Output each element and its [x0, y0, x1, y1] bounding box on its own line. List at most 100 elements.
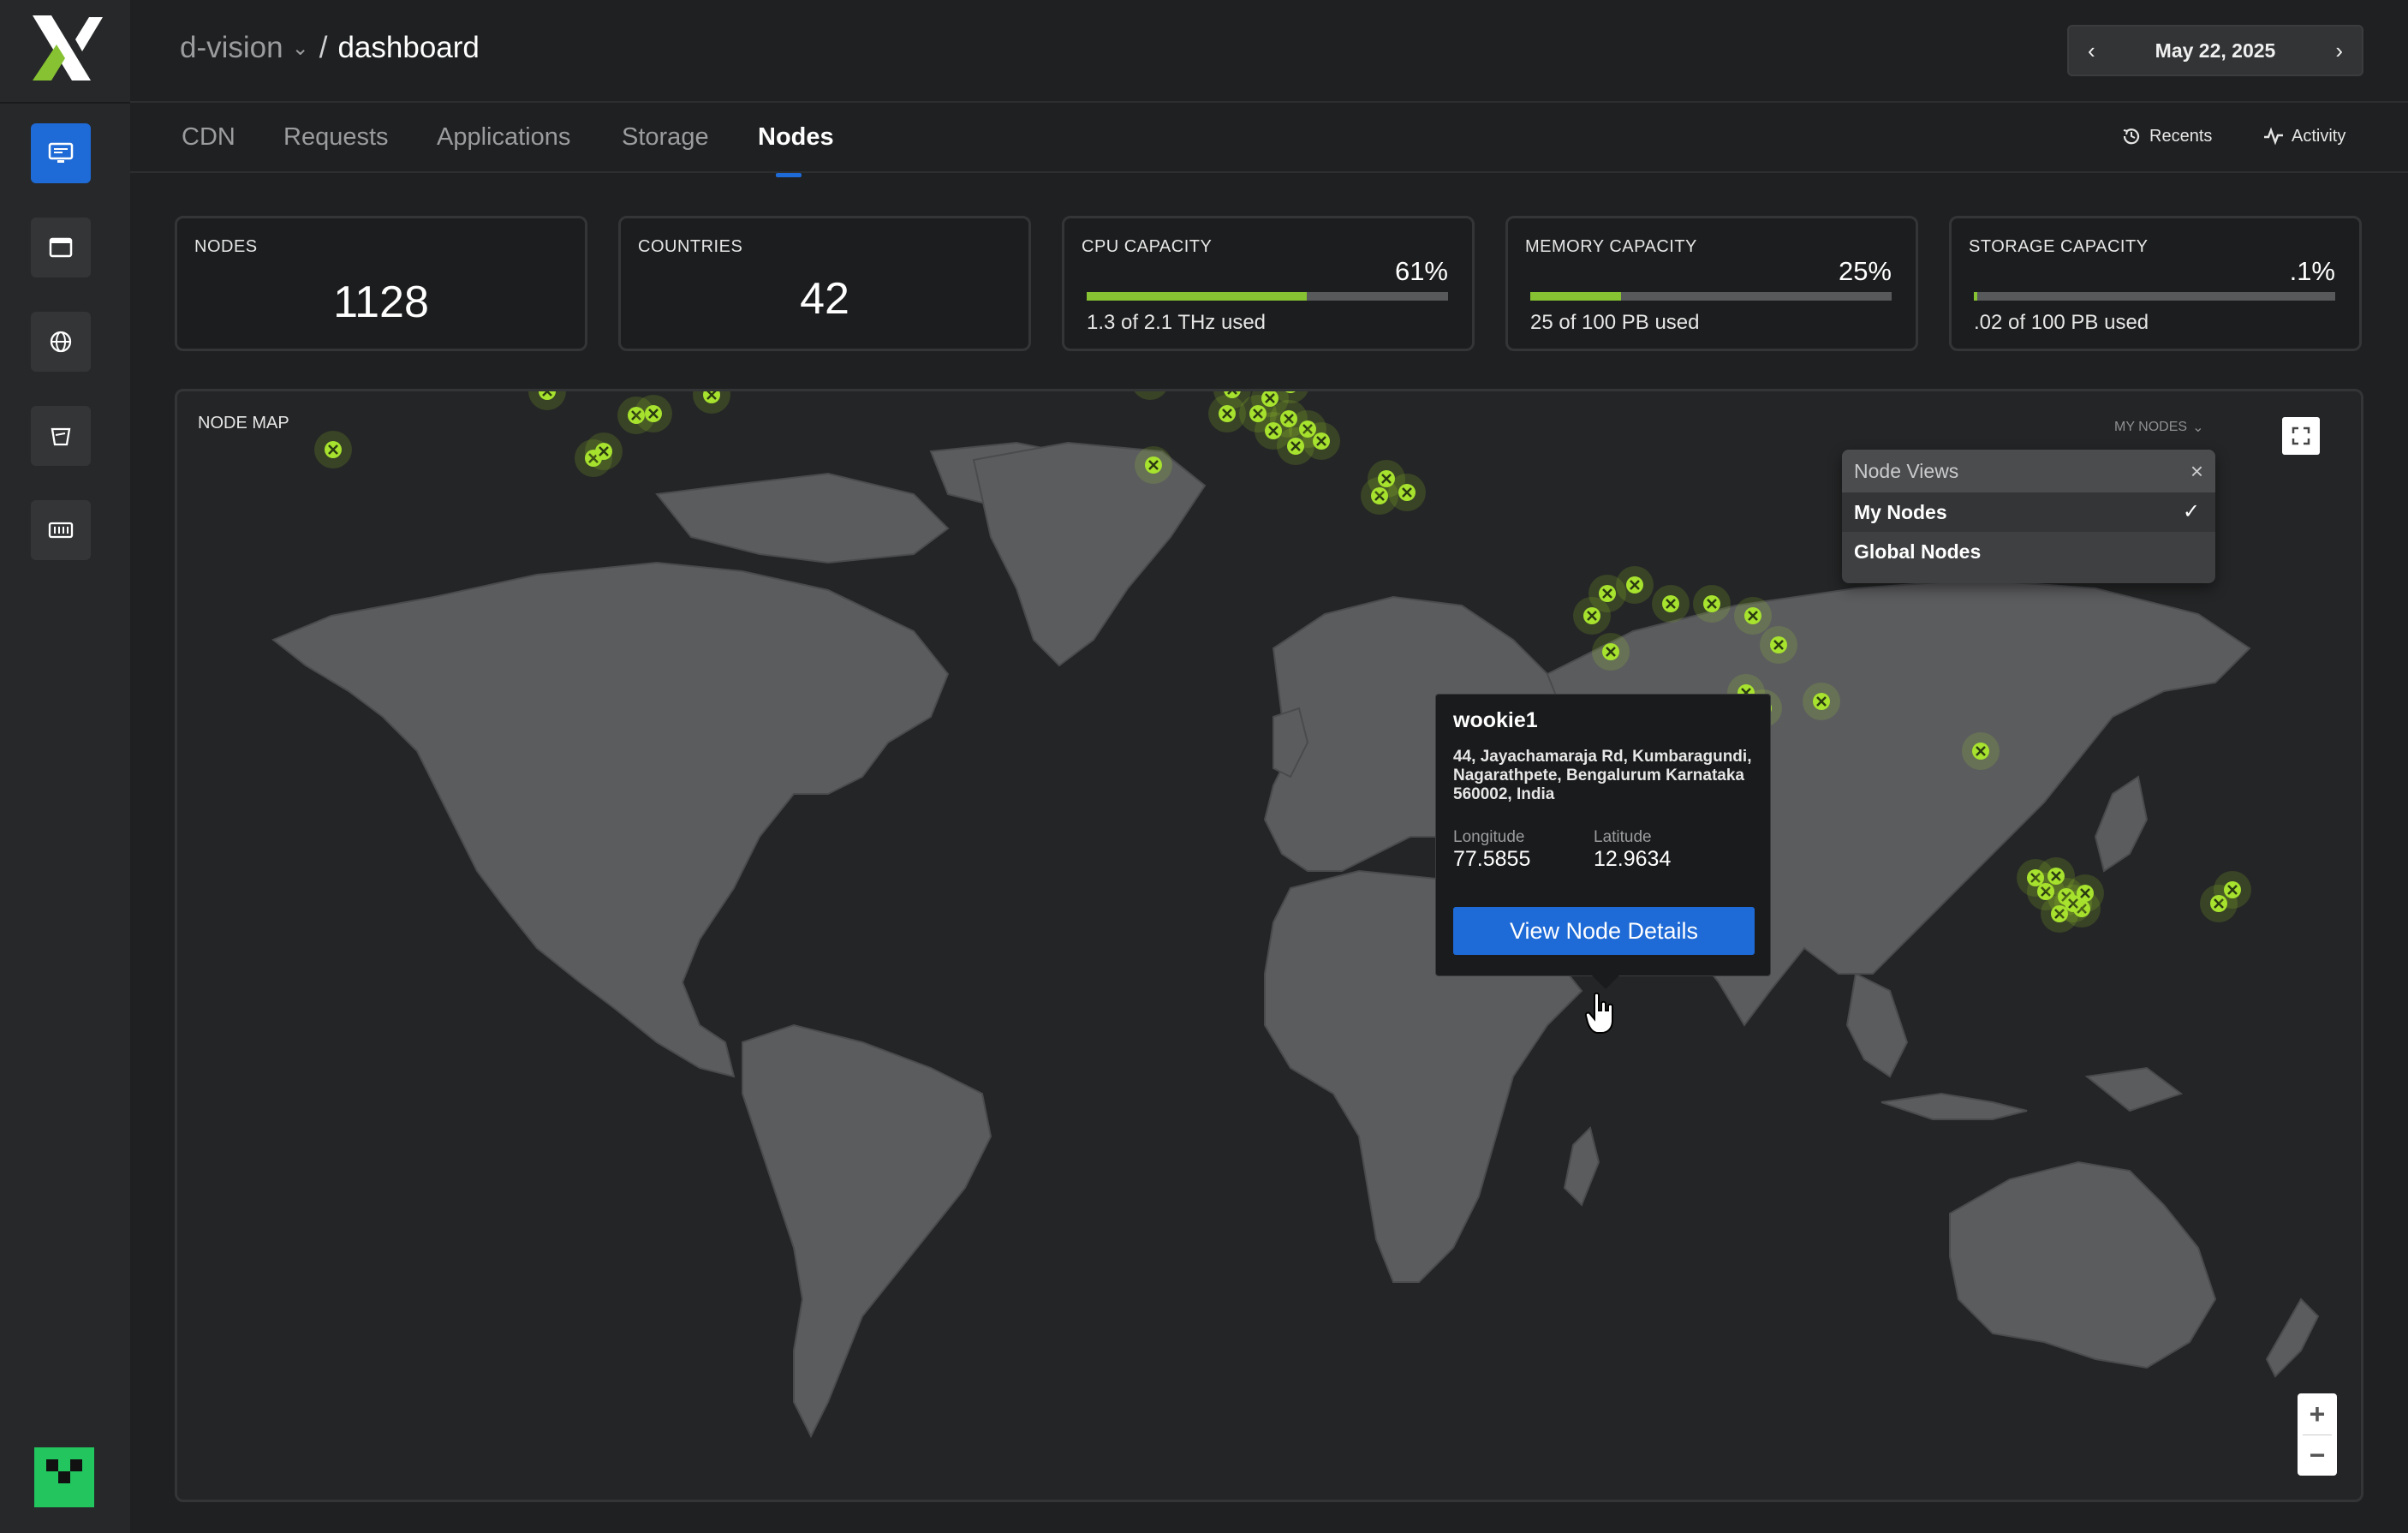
indonesia — [1881, 1092, 2028, 1120]
tab-storage[interactable]: Storage — [622, 123, 709, 152]
fullscreen-icon — [2292, 426, 2310, 445]
node-marker[interactable] — [1131, 391, 1169, 400]
app-logo[interactable] — [31, 14, 103, 82]
tab-bar: CDN Requests Applications Storage Nodes — [130, 103, 2408, 173]
server-icon — [48, 522, 74, 539]
node-marker[interactable] — [1803, 683, 1840, 720]
activity-label: Activity — [2292, 126, 2346, 146]
chevron-left-icon[interactable]: ‹ — [2088, 38, 2095, 64]
node-marker[interactable] — [1760, 626, 1797, 664]
chevron-right-icon[interactable]: › — [2335, 38, 2343, 64]
stat-label: NODES — [194, 237, 258, 256]
option-label: Global Nodes — [1854, 540, 1982, 563]
map-title: NODE MAP — [198, 414, 289, 432]
sidebar-item-cdn[interactable] — [31, 312, 91, 372]
node-marker[interactable] — [1962, 732, 2000, 770]
node-marker[interactable] — [1592, 633, 1630, 671]
stat-label: STORAGE CAPACITY — [1969, 237, 2149, 256]
node-marker[interactable] — [1616, 566, 1654, 604]
node-map-panel: NODE MAP MY NODES ⌄ Node Views × My Node… — [175, 389, 2363, 1502]
capacity-bar-fill — [1974, 292, 1978, 301]
stat-value: 1128 — [333, 277, 429, 327]
node-marker[interactable] — [1135, 446, 1172, 484]
fullscreen-button[interactable] — [2282, 417, 2320, 455]
zoom-control: + − — [2298, 1393, 2337, 1476]
date-label[interactable]: May 22, 2025 — [2155, 39, 2276, 63]
window-icon — [49, 237, 73, 258]
tab-cdn[interactable]: CDN — [182, 123, 235, 152]
node-marker[interactable] — [2066, 874, 2104, 912]
tab-requests[interactable]: Requests — [283, 123, 389, 152]
capacity-bar-fill — [1087, 292, 1308, 301]
breadcrumb: d-vision ⌄ / dashboard — [180, 31, 480, 65]
node-marker[interactable] — [1368, 460, 1405, 498]
node-views-dropdown: Node Views × My Nodes ✓ Global Nodes — [1842, 450, 2215, 583]
close-icon[interactable]: × — [2190, 458, 2203, 485]
stat-label: CPU CAPACITY — [1082, 237, 1213, 256]
node-popup: wookie1 44, Jayachamaraja Rd, Kumbaragun… — [1435, 694, 1771, 989]
node-marker[interactable] — [585, 432, 623, 470]
node-view-label: MY NODES — [2114, 420, 2188, 434]
activity-button[interactable]: Activity — [2262, 125, 2345, 147]
checkmark-icon: ✓ — [2182, 500, 2200, 523]
node-view-selector[interactable]: MY NODES ⌄ — [2114, 419, 2203, 436]
node-marker[interactable] — [1734, 597, 1772, 635]
stat-value: 42 — [800, 274, 849, 324]
node-marker[interactable] — [635, 395, 672, 432]
top-header: d-vision ⌄ / dashboard ‹ May 22, 2025 › — [130, 0, 2408, 103]
stat-usage: .02 of 100 PB used — [1974, 311, 2149, 334]
chevron-down-icon[interactable]: ⌄ — [292, 36, 309, 61]
view-node-details-button[interactable]: View Node Details — [1453, 907, 1755, 955]
option-label: My Nodes — [1854, 501, 1947, 523]
active-tab-indicator — [776, 173, 802, 177]
recents-button[interactable]: Recents — [2120, 125, 2212, 147]
capacity-bar — [1530, 292, 1892, 301]
node-marker[interactable] — [1693, 585, 1731, 623]
history-icon — [2123, 128, 2140, 145]
tab-nodes[interactable]: Nodes — [758, 123, 834, 152]
sidebar-divider — [0, 102, 130, 104]
tab-applications[interactable]: Applications — [437, 123, 570, 152]
continent-australia — [1949, 1160, 2217, 1369]
stat-label: COUNTRIES — [638, 237, 743, 256]
option-global-nodes[interactable]: Global Nodes — [1842, 532, 2215, 571]
org-switcher[interactable]: d-vision — [180, 31, 283, 65]
user-avatar[interactable] — [34, 1447, 94, 1507]
node-address: 44, Jayachamaraja Rd, Kumbaragundi, Naga… — [1453, 748, 1752, 803]
sidebar-item-nodes[interactable] — [31, 500, 91, 560]
greenland — [972, 441, 1207, 667]
arctic-islands — [655, 472, 950, 564]
stat-usage: 1.3 of 2.1 THz used — [1087, 311, 1267, 334]
recents-label: Recents — [2149, 126, 2213, 146]
stat-percent: 25% — [1838, 256, 1892, 286]
page-title: dashboard — [337, 31, 480, 64]
node-marker[interactable] — [528, 391, 566, 410]
stat-card-countries: COUNTRIES 42 — [618, 216, 1031, 351]
node-marker[interactable] — [314, 431, 352, 468]
date-picker: ‹ May 22, 2025 › — [2067, 25, 2363, 76]
stat-label: MEMORY CAPACITY — [1525, 237, 1697, 256]
longitude-value: 77.5855 — [1453, 847, 1531, 871]
stat-card-storage: STORAGE CAPACITY .1% .02 of 100 PB used — [1949, 216, 2362, 351]
node-marker[interactable] — [2214, 871, 2251, 909]
sidebar-item-dashboard[interactable] — [31, 123, 91, 183]
sidebar-item-applications[interactable] — [31, 218, 91, 277]
node-marker[interactable] — [693, 391, 730, 414]
activity-icon — [2264, 127, 2283, 146]
stat-percent: 61% — [1394, 256, 1448, 286]
breadcrumb-separator: / — [319, 31, 328, 64]
chevron-down-icon: ⌄ — [2192, 421, 2204, 435]
zoom-in-button[interactable]: + — [2298, 1393, 2337, 1435]
hand-cursor-icon — [1584, 992, 1613, 1034]
dropdown-header: Node Views × — [1842, 450, 2215, 492]
node-marker[interactable] — [1652, 585, 1690, 623]
stat-usage: 25 of 100 PB used — [1530, 311, 1700, 334]
capacity-bar — [1974, 292, 2335, 301]
continent-south-america — [742, 1023, 992, 1439]
capacity-bar — [1087, 292, 1448, 301]
option-my-nodes[interactable]: My Nodes ✓ — [1842, 492, 2215, 532]
node-marker[interactable] — [1302, 422, 1340, 460]
sidebar-item-storage[interactable] — [31, 406, 91, 466]
latitude-label: Latitude — [1594, 828, 1652, 846]
zoom-out-button[interactable]: − — [2298, 1435, 2337, 1476]
